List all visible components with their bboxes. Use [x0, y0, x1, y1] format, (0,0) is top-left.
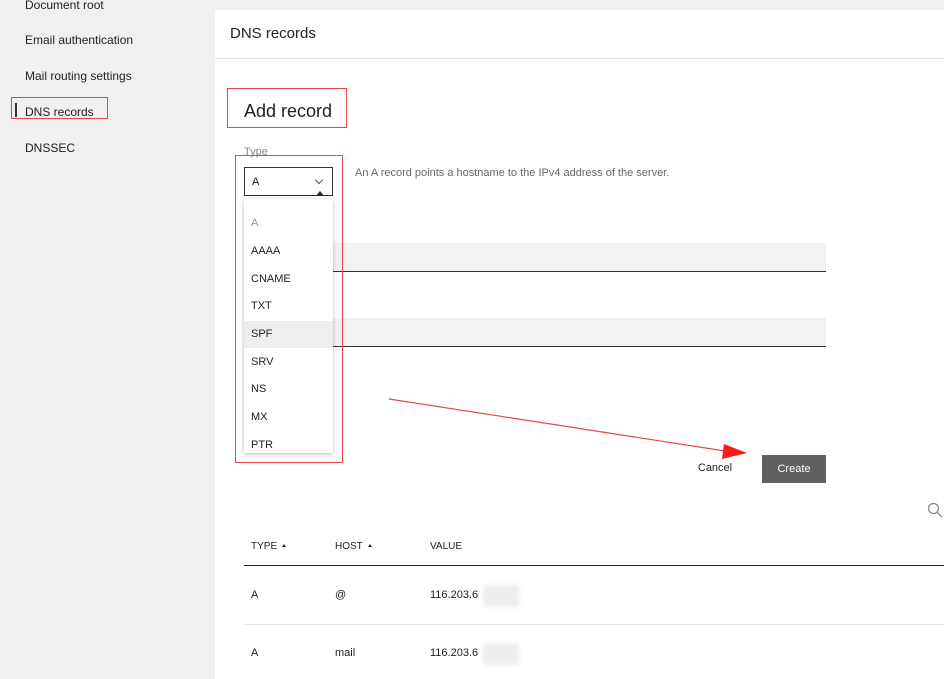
page-title: DNS records: [230, 25, 316, 42]
sidebar-item-dnssec[interactable]: DNSSEC: [25, 141, 75, 155]
main-panel: DNS records Add record Type A An A recor…: [215, 10, 944, 679]
sort-asc-icon: [367, 544, 372, 547]
header-divider: [215, 58, 944, 59]
type-description: An A record points a hostname to the IPv…: [355, 167, 670, 179]
row-divider: [244, 624, 944, 625]
annotation-box-dropdown: [235, 155, 343, 463]
sidebar-item-mail-routing-settings[interactable]: Mail routing settings: [25, 69, 132, 83]
column-header-type-label: TYPE: [251, 541, 278, 552]
host-input[interactable]: [333, 243, 826, 272]
create-button[interactable]: Create: [762, 455, 826, 483]
row-1-type: A: [251, 589, 259, 601]
row-1-host: @: [335, 589, 347, 601]
column-header-host-label: HOST: [335, 541, 363, 552]
table-header-divider: [244, 565, 944, 566]
row-2-value: 116.203.6: [430, 647, 479, 659]
column-header-host[interactable]: HOST: [335, 541, 372, 552]
cancel-button[interactable]: Cancel: [687, 455, 743, 482]
redacted-blur: [483, 585, 519, 607]
row-2-host: mail: [335, 647, 356, 659]
row-1-value: 116.203.6: [430, 589, 479, 601]
column-header-value: VALUE: [430, 541, 463, 552]
annotation-box-dns-records: [11, 97, 108, 119]
redacted-blur: [483, 643, 519, 665]
row-2-type: A: [251, 647, 259, 659]
search-icon[interactable]: [927, 502, 943, 518]
column-header-type[interactable]: TYPE: [251, 541, 287, 552]
value-input[interactable]: [333, 318, 826, 347]
sidebar-item-email-authentication[interactable]: Email authentication: [25, 33, 133, 47]
annotation-box-add-record: [227, 88, 347, 128]
sidebar-item-document-root[interactable]: Document root: [25, 0, 104, 12]
sidebar: Document root Email authentication Mail …: [0, 0, 215, 679]
sort-asc-icon: [282, 544, 287, 547]
